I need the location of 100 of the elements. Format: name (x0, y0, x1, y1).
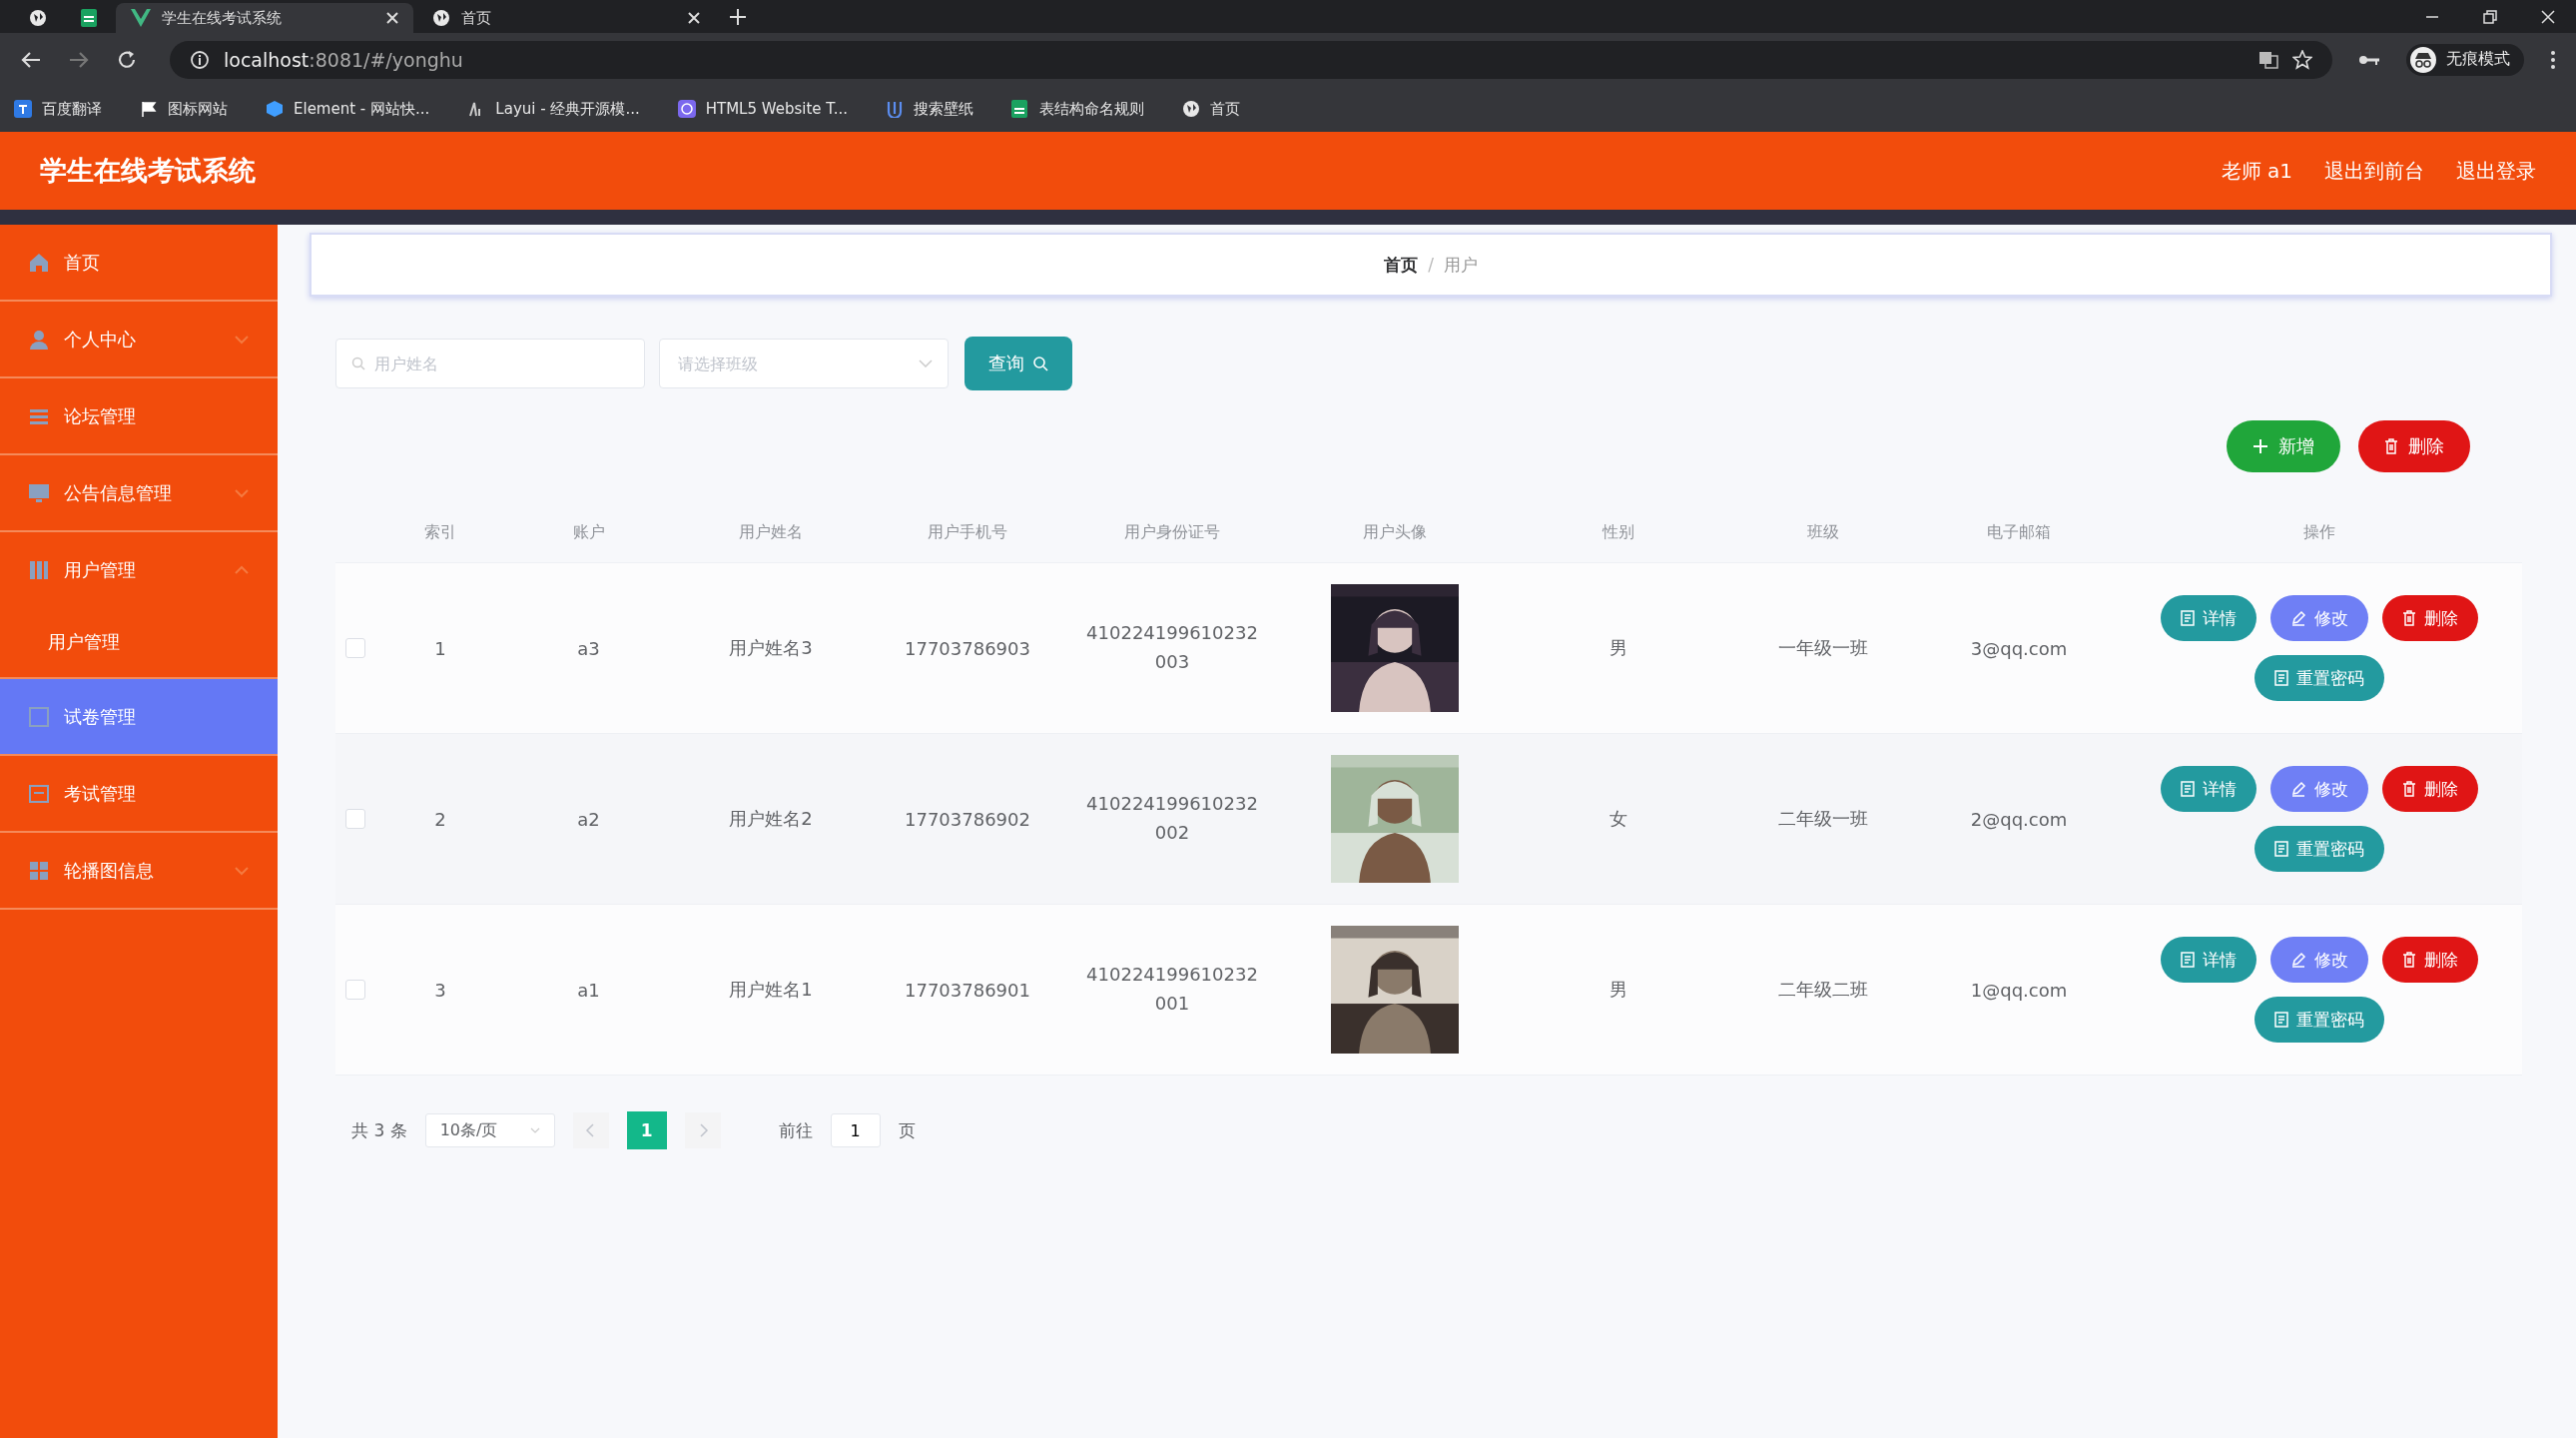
edit-button[interactable]: 修改 (2270, 595, 2368, 641)
table-cell: 3@qq.com (1970, 637, 2068, 659)
page-button[interactable]: 1 (626, 1111, 667, 1149)
table-cell: 3 (434, 979, 446, 1001)
globe-icon (1182, 100, 1201, 118)
breadcrumb-item[interactable]: 首页 (1384, 253, 1419, 277)
table-cell: 2 (434, 808, 446, 830)
column-header: 性别 (1602, 521, 1634, 543)
edit-button[interactable]: 修改 (2270, 937, 2368, 983)
sidebar-item[interactable]: 公告信息管理 (0, 455, 278, 530)
chevron-icon (919, 360, 933, 367)
sidebar-item[interactable]: 试卷管理 (0, 679, 278, 754)
delete-button[interactable]: 删除 (2382, 595, 2478, 641)
column-header: 用户身份证号 (1124, 521, 1220, 543)
more-icon[interactable] (2550, 49, 2556, 70)
close-icon[interactable] (687, 11, 701, 25)
url-text: localhost:8081/#/yonghu (224, 48, 463, 71)
info-icon (190, 49, 210, 70)
sidebar-item[interactable]: 首页 (0, 225, 278, 300)
sidebar-item[interactable]: 用户管理 (0, 532, 278, 607)
column-header: 电子邮箱 (1987, 521, 2051, 543)
column-header: 用户姓名 (739, 521, 803, 543)
reload-icon[interactable] (116, 48, 138, 71)
row-checkbox[interactable] (345, 638, 365, 658)
pencil-icon (2290, 781, 2306, 797)
grid-icon (28, 859, 50, 882)
chevron-icon (234, 334, 250, 345)
chevron-icon (234, 564, 250, 575)
reset-password-button[interactable]: 重置密码 (2254, 655, 2384, 701)
breadcrumb-item: 用户 (1443, 253, 1478, 277)
table-cell: 二年级一班 (1778, 807, 1868, 831)
restore-icon[interactable] (2482, 8, 2498, 25)
bookmark-item[interactable]: 百度翻译 (14, 99, 102, 119)
chevron-icon (529, 1127, 540, 1133)
bookmark-item[interactable]: 搜索壁纸 (886, 99, 974, 119)
search-button[interactable]: 查询 (965, 337, 1072, 390)
add-button[interactable]: 新增 (2227, 420, 2340, 472)
new-tab-icon[interactable] (729, 7, 747, 26)
monitor-icon (28, 481, 50, 504)
bookmark-item[interactable]: 表结构命名规则 (1011, 99, 1145, 119)
table-cell: 17703786902 (905, 808, 1030, 830)
header-link[interactable]: 退出登录 (2456, 157, 2536, 185)
document-icon (2181, 781, 2195, 797)
search-icon (351, 357, 365, 370)
user-icon (28, 328, 50, 351)
bookmark-item[interactable]: Element - 网站快... (266, 99, 430, 119)
document-icon (2274, 670, 2288, 686)
document-icon (2274, 1012, 2288, 1028)
close-icon[interactable] (2540, 8, 2556, 25)
column-header: 账户 (572, 521, 605, 543)
sidebar-item[interactable]: 轮播图信息 (0, 833, 278, 908)
name-search-field[interactable]: 用户姓名 (335, 339, 645, 388)
document-icon (2274, 841, 2288, 857)
table-cell: a1 (577, 979, 600, 1001)
sheet-icon (1011, 100, 1030, 118)
star-icon[interactable] (2292, 49, 2312, 70)
table-cell: 一年级一班 (1778, 636, 1868, 660)
details-button[interactable]: 详情 (2161, 766, 2256, 812)
delete-button[interactable]: 删除 (2382, 937, 2478, 983)
flag-icon (140, 100, 158, 118)
translate-icon[interactable] (2258, 49, 2278, 70)
reset-password-button[interactable]: 重置密码 (2254, 997, 2384, 1043)
address-bar[interactable]: localhost:8081/#/yonghu (170, 40, 2332, 79)
close-icon[interactable] (385, 11, 399, 25)
columns-icon (28, 558, 50, 581)
page-size-select[interactable]: 10条/页 (424, 1113, 555, 1147)
sidebar-item[interactable]: 个人中心 (0, 302, 278, 376)
details-button[interactable]: 详情 (2161, 937, 2256, 983)
browser-tab[interactable]: 首页 (417, 3, 715, 33)
details-button[interactable]: 详情 (2161, 595, 2256, 641)
row-checkbox[interactable] (345, 809, 365, 829)
browser-tab[interactable]: 学生在线考试系统 (116, 3, 413, 33)
table-cell-text: 410224199610232003 (1085, 621, 1259, 674)
delete-button[interactable]: 删除 (2358, 420, 2470, 472)
table-cell: 女 (1609, 807, 1627, 831)
edit-button[interactable]: 修改 (2270, 766, 2368, 812)
incognito-profile-button[interactable]: 无痕模式 (2406, 43, 2524, 76)
square-icon (28, 705, 50, 728)
page-number-field[interactable]: 1 (830, 1113, 881, 1147)
sidebar-item[interactable]: 论坛管理 (0, 378, 278, 453)
sheet-icon (80, 8, 98, 28)
search-icon (1032, 356, 1048, 371)
globe-icon (28, 8, 48, 28)
class-select[interactable]: 请选择班级 (659, 339, 949, 388)
bookmark-item[interactable]: 图标网站 (140, 99, 228, 119)
sidebar-subitem[interactable]: 用户管理 (0, 607, 278, 677)
bookmark-item[interactable]: 首页 (1182, 99, 1241, 119)
row-checkbox[interactable] (345, 980, 365, 1000)
header-link[interactable]: 退出到前台 (2324, 157, 2424, 185)
sidebar-item[interactable]: 考试管理 (0, 756, 278, 831)
reset-password-button[interactable]: 重置密码 (2254, 826, 2384, 872)
table-cell: 二年级二班 (1778, 978, 1868, 1002)
table-cell: 17703786903 (905, 637, 1030, 659)
header-link[interactable]: 老师 a1 (2221, 157, 2292, 185)
bookmark-item[interactable]: Layui - 经典开源模... (467, 99, 640, 119)
table-cell: 男 (1609, 636, 1627, 660)
bookmark-item[interactable]: HTML5 Website T... (677, 100, 849, 118)
table-cell: 17703786901 (905, 979, 1030, 1001)
delete-button[interactable]: 删除 (2382, 766, 2478, 812)
column-header: 索引 (424, 521, 456, 543)
